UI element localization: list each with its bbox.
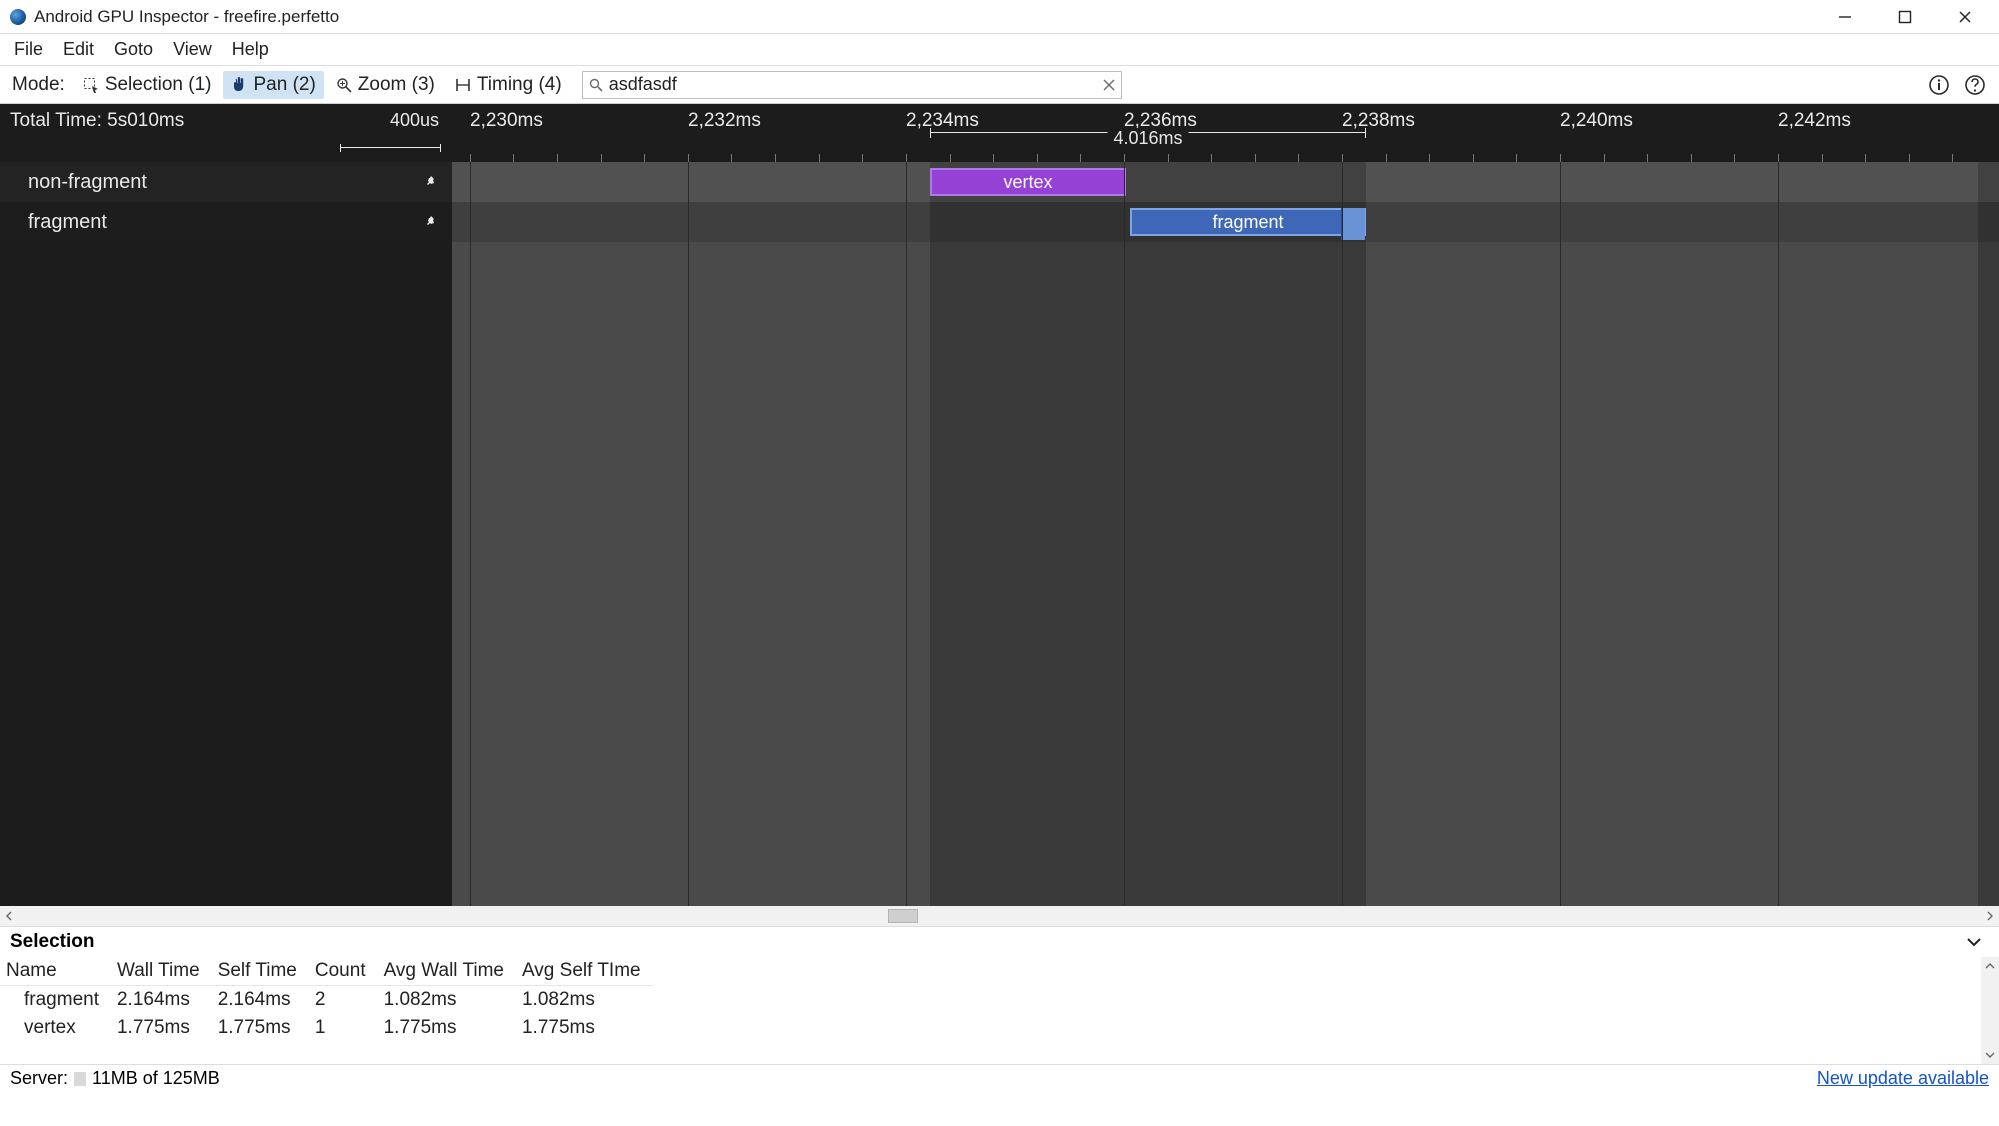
cell-wall: 2.164ms (111, 986, 212, 1015)
timing-icon (455, 77, 471, 93)
window-maximize-button[interactable] (1875, 0, 1935, 34)
total-time-label: Total Time: 5s010ms (10, 110, 184, 132)
track-label-non-fragment[interactable]: non-fragment (0, 162, 452, 202)
selection-table-wrap: Name Wall Time Self Time Count Avg Wall … (0, 957, 1999, 1064)
timeline[interactable]: Total Time: 5s010ms 400us 2,230ms 2,232m… (0, 104, 1999, 926)
tick-label: 2,232ms (688, 110, 761, 132)
tracks-area[interactable]: non-fragment fragment vertex fragm (0, 162, 1999, 906)
toolbar: Mode: Selection (1) Pan (2) Zoom (3) Tim… (0, 66, 1999, 104)
zoom-icon (336, 77, 352, 93)
scroll-track[interactable] (18, 907, 1981, 925)
track-label-fragment[interactable]: fragment (0, 202, 452, 242)
timeline-horizontal-scrollbar[interactable] (0, 906, 1999, 926)
menu-goto[interactable]: Goto (104, 35, 163, 64)
track-labels-column: non-fragment fragment (0, 162, 452, 906)
track-row-non-fragment[interactable]: vertex (452, 162, 1999, 202)
table-header-row: Name Wall Time Self Time Count Avg Wall … (0, 957, 653, 986)
menu-edit[interactable]: Edit (53, 35, 104, 64)
mode-label: Mode: (6, 74, 71, 96)
track-lanes[interactable]: vertex fragment (452, 162, 1999, 906)
update-available-link[interactable]: New update available (1817, 1068, 1989, 1089)
chevron-down-icon[interactable] (1965, 933, 1983, 951)
measure-callout: 4.016ms (930, 104, 1366, 162)
server-label: Server: (10, 1068, 68, 1089)
track-label-text: fragment (28, 211, 107, 234)
cell-self: 2.164ms (212, 986, 309, 1015)
col-avg-self[interactable]: Avg Self TIme (516, 957, 653, 986)
pin-icon[interactable] (424, 175, 438, 189)
mode-selection-label: Selection (1) (105, 74, 212, 96)
col-name[interactable]: Name (0, 957, 111, 986)
selection-panel: Selection Name Wall Time Self Time Count… (0, 926, 1999, 1064)
table-row[interactable]: vertex 1.775ms 1.775ms 1 1.775ms 1.775ms (0, 1014, 653, 1042)
search-input[interactable] (609, 74, 1097, 95)
scale-bracket (340, 147, 440, 148)
mode-timing-label: Timing (4) (477, 74, 562, 96)
cell-name: vertex (0, 1014, 111, 1042)
window-minimize-button[interactable] (1815, 0, 1875, 34)
scroll-down-button[interactable] (1981, 1046, 1999, 1064)
cell-name: fragment (0, 986, 111, 1015)
slice-tail-icon (1341, 208, 1365, 240)
mode-zoom-label: Zoom (3) (358, 74, 435, 96)
cell-count: 1 (309, 1014, 378, 1042)
scale-unit-label: 400us (390, 110, 439, 131)
titlebar: Android GPU Inspector - freefire.perfett… (0, 0, 1999, 34)
search-icon (589, 78, 603, 92)
pan-icon (231, 77, 247, 93)
scroll-thumb[interactable] (888, 909, 918, 923)
mode-pan-label: Pan (2) (253, 74, 315, 96)
app-icon (10, 9, 26, 25)
window-close-button[interactable] (1935, 0, 1995, 34)
cell-avg-wall: 1.775ms (378, 1014, 516, 1042)
slice-label: vertex (1003, 172, 1052, 193)
menubar: File Edit Goto View Help (0, 34, 1999, 66)
timeline-ruler[interactable]: Total Time: 5s010ms 400us 2,230ms 2,232m… (0, 104, 1999, 162)
mode-selection-button[interactable]: Selection (1) (75, 71, 220, 99)
cell-wall: 1.775ms (111, 1014, 212, 1042)
search-field-wrap (582, 71, 1122, 99)
menu-help[interactable]: Help (222, 35, 279, 64)
cell-self: 1.775ms (212, 1014, 309, 1042)
slice-fragment[interactable]: fragment (1130, 208, 1366, 236)
info-button[interactable] (1925, 71, 1953, 99)
mode-timing-button[interactable]: Timing (4) (447, 71, 570, 99)
window-title: Android GPU Inspector - freefire.perfett… (34, 7, 339, 27)
mode-pan-button[interactable]: Pan (2) (223, 71, 323, 99)
slice-label: fragment (1212, 212, 1283, 233)
selection-icon (83, 77, 99, 93)
measure-label: 4.016ms (1107, 128, 1188, 149)
tick-label: 2,230ms (470, 110, 543, 132)
track-label-text: non-fragment (28, 171, 147, 194)
scroll-right-button[interactable] (1981, 907, 1999, 925)
statusbar: Server: 11MB of 125MB New update availab… (0, 1064, 1999, 1092)
selection-table: Name Wall Time Self Time Count Avg Wall … (0, 957, 653, 1042)
selection-vertical-scrollbar[interactable] (1981, 957, 1999, 1064)
slice-vertex[interactable]: vertex (930, 168, 1126, 196)
mode-zoom-button[interactable]: Zoom (3) (328, 71, 443, 99)
scroll-up-button[interactable] (1981, 957, 1999, 975)
tick-label: 2,240ms (1560, 110, 1633, 132)
track-row-fragment[interactable]: fragment (452, 202, 1999, 242)
table-row[interactable]: fragment 2.164ms 2.164ms 2 1.082ms 1.082… (0, 986, 653, 1015)
cell-avg-wall: 1.082ms (378, 986, 516, 1015)
selection-title: Selection (10, 931, 94, 953)
col-avg-wall[interactable]: Avg Wall Time (378, 957, 516, 986)
menu-file[interactable]: File (4, 35, 53, 64)
cell-avg-self: 1.775ms (516, 1014, 653, 1042)
selection-panel-header[interactable]: Selection (0, 927, 1999, 957)
scroll-left-button[interactable] (0, 907, 18, 925)
cell-avg-self: 1.082ms (516, 986, 653, 1015)
tick-label: 2,242ms (1778, 110, 1851, 132)
help-button[interactable] (1961, 71, 1989, 99)
col-count[interactable]: Count (309, 957, 378, 986)
col-wall-time[interactable]: Wall Time (111, 957, 212, 986)
menu-view[interactable]: View (163, 35, 222, 64)
pin-icon[interactable] (424, 215, 438, 229)
col-self-time[interactable]: Self Time (212, 957, 309, 986)
server-memory-value: 11MB of 125MB (92, 1068, 220, 1089)
clear-search-button[interactable] (1103, 79, 1115, 91)
cell-count: 2 (309, 986, 378, 1015)
server-memory-progress (74, 1072, 86, 1086)
